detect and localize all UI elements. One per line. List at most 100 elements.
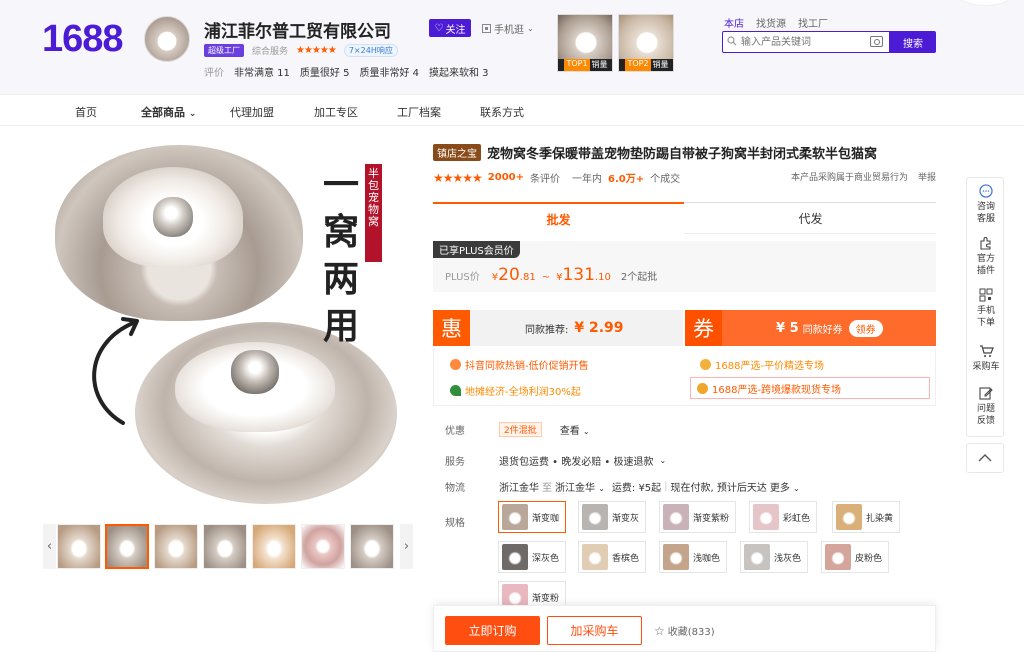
sales-value: 6.0万+ [608, 174, 645, 185]
order-now-button[interactable]: 立即订购 [445, 616, 540, 645]
activity-label: 抖音同款热销-低价促销开售 [465, 361, 589, 372]
rank-tag: 销量 [591, 60, 608, 69]
purchase-bar: 立即订购 加采购车 ☆ 收藏(833) [433, 605, 936, 652]
mascot-icon [697, 382, 708, 394]
rating-label: 评价 [204, 68, 224, 79]
spec-option[interactable]: 香槟色 [578, 541, 647, 573]
thumbnail-selected[interactable] [105, 524, 149, 569]
top-seller-thumb[interactable]: TOP1 销量 [557, 14, 613, 72]
search-input[interactable] [723, 32, 863, 52]
edit-icon [979, 387, 993, 400]
shop-name[interactable]: 浦江菲尔普工贸有限公司 [204, 17, 391, 42]
spec-option-label: 渐变粉 [532, 593, 560, 604]
claim-coupon-button[interactable]: 领券 [848, 319, 883, 337]
camera-icon[interactable] [870, 36, 883, 47]
nav-agency[interactable]: 代理加盟 [230, 104, 274, 120]
service-label: 服务 [445, 457, 465, 468]
mobile-browse-link[interactable]: 手机逛 ⌄ [482, 21, 534, 36]
thumbnail[interactable] [57, 524, 101, 569]
review-count[interactable]: 2000+ [488, 172, 524, 183]
search-tab-shop[interactable]: 本店 [724, 15, 744, 30]
heart-icon: ♡ [434, 22, 444, 34]
report-link[interactable]: 举报 [918, 170, 936, 183]
service-value-text: 退货包运费 • 晚发必赔 • 极速退款 [499, 457, 654, 468]
toolbar-customer-service[interactable]: 咨询客服 [967, 184, 1005, 225]
trade-note: 本产品采购属于商业贸易行为 [790, 173, 908, 183]
chevron-down-icon[interactable]: ⌄ [374, 21, 383, 34]
toolbar-cart[interactable]: 采购车 [967, 344, 1005, 373]
curved-arrow-icon [92, 317, 139, 425]
follow-label: 关注 [445, 24, 466, 36]
spec-option[interactable]: 皮粉色 [821, 541, 890, 573]
rating-tag: 质量非常好 4 [359, 68, 419, 79]
qr-code-icon [979, 288, 993, 302]
ship-to-select[interactable]: 浙江金华 ⌄ [555, 479, 605, 494]
product-thumb-image [558, 15, 612, 61]
chevron-left-icon[interactable]: ‹ [43, 524, 56, 569]
spec-option[interactable]: 浅咖色 [659, 541, 728, 573]
spec-option-label: 浅咖色 [693, 553, 721, 564]
toolbar-plugin[interactable]: 官方插件 [967, 236, 1005, 277]
top-seller-thumb[interactable]: TOP2 销量 [618, 14, 674, 72]
thumbnail-image [351, 525, 393, 568]
spec-option-label: 扎染黄 [866, 513, 894, 524]
spec-option[interactable]: 扎染黄 [832, 501, 901, 533]
activity-item[interactable]: 1688严选-平价精选专场 [700, 357, 824, 372]
tab-wholesale[interactable]: 批发 [433, 202, 684, 234]
back-to-top-button[interactable] [966, 443, 1004, 473]
same-item-recommendation[interactable]: 惠 同款推荐: ¥ 2.99 [433, 310, 683, 346]
discount-badge: 惠 [433, 310, 470, 346]
activity-item[interactable]: 地摊经济-全场利润30%起 [450, 383, 581, 398]
spec-swatch [663, 504, 689, 530]
thumbnail[interactable] [301, 524, 345, 569]
activity-item[interactable]: 1688严选-跨境爆款现货专场 [690, 377, 930, 399]
site-logo[interactable]: 1688 [42, 18, 124, 61]
nav-factory-profile[interactable]: 工厂档案 [397, 104, 441, 120]
thumbnail[interactable] [203, 524, 247, 569]
service-value[interactable]: 退货包运费 • 晚发必赔 • 极速退款 ⌄ [499, 453, 666, 468]
more-logistics-link[interactable]: 更多 ⌄ [770, 479, 800, 494]
toolbar-mobile-order[interactable]: 手机下单 [967, 288, 1005, 329]
review-row: ★★★★★ 2000+ 条评价 一年内 6.0万+ 个成交 本产品采购属于商业贸… [433, 170, 936, 186]
spec-option[interactable]: 深灰色 [498, 541, 567, 573]
chevron-down-icon: ⌄ [527, 24, 534, 33]
spec-option-label: 深灰色 [532, 553, 560, 564]
coupon-promo[interactable]: 券 ¥ 5 同款好券 领券 [685, 310, 936, 346]
search-tab-source[interactable]: 找货源 [756, 15, 786, 30]
activity-item[interactable]: 抖音同款热销-低价促销开售 [450, 357, 589, 372]
view-discount-link[interactable]: 查看 ⌄ [560, 422, 590, 437]
discount-value: 2件混批 查看 ⌄ [499, 422, 590, 437]
add-to-cart-button[interactable]: 加采购车 [547, 616, 642, 645]
nav-contact[interactable]: 联系方式 [480, 104, 524, 120]
tab-dropship[interactable]: 代发 [685, 202, 936, 234]
activity-label: 地摊经济-全场利润30%起 [465, 387, 581, 398]
search-tab-factory[interactable]: 找工厂 [798, 15, 828, 30]
thumbnail[interactable] [350, 524, 394, 569]
follow-button[interactable]: ♡ 关注 [429, 19, 471, 37]
spec-option[interactable]: 彩虹色 [749, 501, 818, 533]
spec-option[interactable]: 渐变咖 [498, 501, 567, 533]
favorite-button[interactable]: ☆ 收藏(833) [654, 623, 715, 639]
spec-option[interactable]: 渐变紫粉 [659, 501, 737, 533]
purchase-mode-tabs: 批发 代发 [433, 202, 936, 234]
spec-option[interactable]: 浅灰色 [740, 541, 809, 573]
super-factory-badge: 超级工厂 [204, 44, 244, 57]
toolbar-feedback[interactable]: 问题反馈 [967, 386, 1005, 427]
thumbnail-image [155, 525, 197, 568]
main-product-image[interactable]: 一窝两用 半包宠物窝 [43, 140, 413, 510]
spec-swatch [753, 504, 779, 530]
search-button[interactable]: 搜索 [890, 31, 936, 53]
nav-home[interactable]: 首页 [75, 104, 97, 120]
chevron-right-icon[interactable]: › [400, 524, 413, 569]
same-item-label: 同款推荐: [525, 324, 569, 336]
plus-member-badge: 已享PLUS会员价 [433, 241, 520, 258]
nav-processing[interactable]: 加工专区 [314, 104, 358, 120]
thumbnail[interactable] [154, 524, 198, 569]
activity-label: 1688严选-平价精选专场 [715, 361, 825, 372]
thumbnail[interactable] [252, 524, 296, 569]
spec-option-label: 浅灰色 [774, 553, 802, 564]
shop-avatar[interactable] [144, 16, 190, 62]
spec-option[interactable]: 渐变灰 [578, 501, 647, 533]
nav-all-products[interactable]: 全部商品 ⌄ [141, 104, 196, 120]
search-box [722, 31, 890, 53]
